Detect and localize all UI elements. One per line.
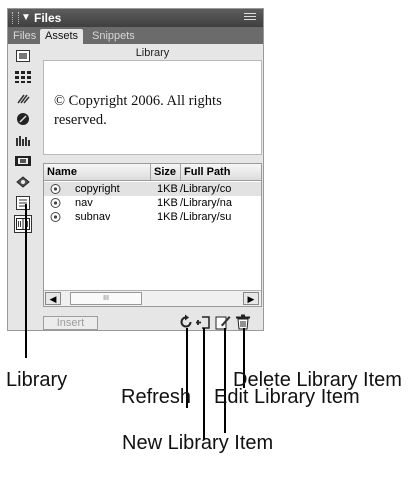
preview-text: © Copyright 2006. All rights reserved. — [54, 93, 222, 128]
library-callout-label: Library — [6, 369, 68, 391]
edit-callout-label: Edit Library Item — [214, 386, 360, 408]
item-name: subnav — [75, 211, 111, 223]
tab-files[interactable]: Files — [8, 29, 41, 44]
library-items-list: Name Size Full Path copyright 1KB /Libra… — [43, 163, 262, 307]
scroll-left-arrow-icon[interactable]: ◀ — [45, 292, 61, 305]
item-path: /Library/na — [180, 197, 232, 209]
horizontal-scrollbar[interactable]: ◀ III ▶ — [44, 290, 261, 306]
scroll-right-arrow-icon[interactable]: ▶ — [243, 292, 259, 305]
new-callout-label: New Library Item — [122, 432, 274, 454]
table-row[interactable]: copyright 1KB /Library/co — [44, 182, 261, 196]
panel-tabs: Files Assets Snippets — [8, 27, 263, 44]
panel-grip-icon[interactable] — [12, 12, 19, 24]
column-path-header[interactable]: Full Path — [181, 164, 261, 180]
refresh-callout-label: Refresh — [121, 386, 192, 408]
insert-button[interactable]: Insert — [43, 316, 98, 330]
item-name: nav — [75, 197, 93, 209]
urls-icon[interactable] — [14, 89, 32, 107]
scroll-thumb[interactable]: III — [70, 292, 142, 305]
table-header: Name Size Full Path — [44, 164, 261, 181]
preview-heading: Library — [135, 47, 170, 59]
library-item-icon — [50, 211, 61, 227]
column-name-header[interactable]: Name — [44, 164, 151, 180]
table-row[interactable]: subnav 1KB /Library/su — [44, 210, 261, 224]
collapse-arrow-icon[interactable]: ▼ — [21, 9, 31, 27]
new-item-callout-line — [203, 328, 205, 440]
images-icon[interactable] — [14, 47, 32, 65]
column-size-header[interactable]: Size — [151, 164, 181, 180]
templates-icon[interactable] — [14, 194, 32, 212]
edit-callout-line — [224, 328, 226, 433]
assets-panel: ▼ Files Files Assets Snippets Library © … — [7, 8, 264, 331]
tab-snippets[interactable]: Snippets — [87, 29, 140, 44]
item-name: copyright — [75, 183, 120, 195]
panel-options-menu-icon[interactable] — [244, 13, 256, 23]
item-size: 1KB — [157, 211, 178, 223]
flash-icon[interactable] — [14, 110, 32, 128]
item-size: 1KB — [157, 183, 178, 195]
scripts-icon[interactable] — [14, 173, 32, 191]
shockwave-icon[interactable] — [14, 131, 32, 149]
item-path: /Library/su — [180, 211, 232, 223]
library-callout-line — [25, 204, 27, 358]
library-icon[interactable] — [14, 215, 32, 233]
panel-titlebar[interactable]: ▼ Files — [8, 9, 263, 27]
panel-title: Files — [34, 11, 62, 25]
item-path: /Library/co — [180, 183, 232, 195]
asset-category-toolbar — [10, 45, 38, 330]
edit-library-item-icon[interactable] — [215, 314, 231, 330]
table-row[interactable]: nav 1KB /Library/na — [44, 196, 261, 210]
colors-icon[interactable] — [14, 68, 32, 86]
movies-icon[interactable] — [14, 152, 32, 170]
item-size: 1KB — [157, 197, 178, 209]
library-item-preview: © Copyright 2006. All rights reserved. — [43, 60, 262, 155]
tab-assets[interactable]: Assets — [40, 29, 84, 44]
